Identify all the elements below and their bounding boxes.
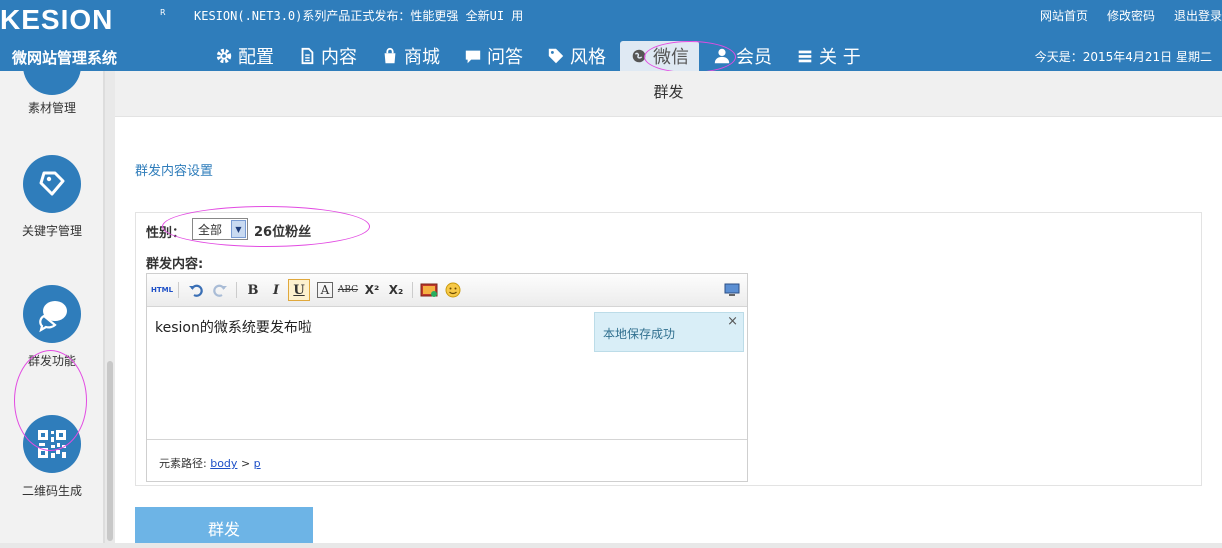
page-title: 群发 bbox=[653, 83, 684, 101]
toast-message: 本地保存成功 bbox=[603, 327, 676, 341]
main-nav: 配置 内容 商城 问答 风格 微信 会员 关 于 bbox=[205, 41, 875, 71]
gender-select-value: 全部 bbox=[198, 222, 223, 237]
html-source-button[interactable]: HTML bbox=[151, 279, 173, 301]
top-header: KESION R KESION(.NET3.0)系列产品正式发布：性能更强 全新… bbox=[0, 0, 1222, 73]
strikethrough-button[interactable]: ABC bbox=[337, 279, 359, 301]
toolbar-divider bbox=[412, 282, 413, 298]
emoticon-button[interactable] bbox=[442, 279, 464, 301]
bottom-bar bbox=[0, 543, 1222, 548]
fullscreen-button[interactable] bbox=[721, 279, 743, 301]
sidebar-item-material[interactable]: 素材管理 bbox=[0, 71, 103, 116]
path-separator: > bbox=[240, 457, 251, 470]
subscript-button[interactable]: X₂ bbox=[385, 279, 407, 301]
nav-item-member[interactable]: 会员 bbox=[703, 41, 782, 71]
save-success-toast: 本地保存成功 × bbox=[594, 312, 744, 352]
rich-text-editor: HTML B I U A ABC X² X₂ kesion的微系统要发布啦 本地… bbox=[146, 273, 748, 482]
undo-icon bbox=[189, 284, 203, 297]
toolbar-divider bbox=[178, 282, 179, 298]
path-body-link[interactable]: body bbox=[210, 457, 237, 470]
shopping-bag-icon bbox=[384, 47, 396, 64]
editor-text[interactable]: kesion的微系统要发布啦 bbox=[155, 317, 312, 337]
sidebar-scrollbar[interactable] bbox=[104, 71, 115, 548]
redo-icon bbox=[213, 284, 227, 297]
element-path-label: 元素路径: bbox=[159, 457, 207, 470]
font-color-button[interactable]: A bbox=[317, 282, 333, 298]
close-icon[interactable]: × bbox=[727, 314, 738, 329]
sidebar: 素材管理 关键字管理 群发功能 二维码生成 bbox=[0, 71, 104, 548]
toolbar-divider bbox=[236, 282, 237, 298]
list-icon bbox=[798, 50, 812, 63]
sidebar-item-keyword[interactable]: 关键字管理 bbox=[0, 155, 103, 239]
image-icon bbox=[420, 283, 438, 297]
nav-item-shop[interactable]: 商城 bbox=[371, 41, 450, 71]
gender-label: 性别： bbox=[146, 226, 186, 241]
top-links: 网站首页 修改密码 退出登录 bbox=[1040, 7, 1222, 24]
nav-label: 微信 bbox=[653, 47, 689, 68]
scrollbar-thumb[interactable] bbox=[107, 361, 113, 541]
sidebar-item-label: 群发功能 bbox=[27, 354, 76, 368]
sidebar-item-qrcode[interactable]: 二维码生成 bbox=[0, 415, 103, 499]
broadcast-form: 性别： 全部 ▼ 26位粉丝 群发内容: HTML B I U A ABC X²… bbox=[135, 206, 1202, 486]
gender-select[interactable]: 全部 ▼ bbox=[192, 218, 248, 240]
broadcast-chat-icon bbox=[23, 285, 81, 343]
nav-item-wechat[interactable]: 微信 bbox=[620, 41, 699, 71]
path-p-link[interactable]: p bbox=[254, 457, 261, 470]
announcement-text: KESION(.NET3.0)系列产品正式发布：性能更强 全新UI 用 bbox=[194, 9, 524, 23]
redo-button[interactable] bbox=[209, 279, 231, 301]
material-icon bbox=[23, 71, 81, 95]
editor-toolbar: HTML B I U A ABC X² X₂ bbox=[147, 274, 747, 307]
sidebar-item-label: 素材管理 bbox=[27, 101, 76, 115]
tag-icon bbox=[548, 48, 564, 64]
insert-image-button[interactable] bbox=[418, 279, 440, 301]
keyword-tag-icon bbox=[23, 155, 81, 213]
gear-icon bbox=[216, 48, 232, 64]
broadcast-submit-button[interactable]: 群发 bbox=[135, 507, 313, 548]
site-home-link[interactable]: 网站首页 bbox=[1040, 7, 1088, 24]
sidebar-item-label: 关键字管理 bbox=[21, 224, 82, 238]
nav-label: 配置 bbox=[238, 47, 274, 68]
nav-label: 风格 bbox=[570, 47, 606, 68]
section-title: 群发内容设置 bbox=[135, 164, 214, 179]
kesion-logo: KESION bbox=[0, 4, 114, 35]
nav-label: 关 于 bbox=[819, 47, 861, 68]
content-label: 群发内容: bbox=[146, 257, 204, 272]
nav-item-style[interactable]: 风格 bbox=[537, 41, 616, 71]
nav-label: 会员 bbox=[736, 47, 772, 68]
italic-button[interactable]: I bbox=[265, 279, 287, 301]
fans-count: 26位粉丝 bbox=[254, 225, 312, 240]
system-name: 微网站管理系统 bbox=[12, 49, 118, 67]
bold-button[interactable]: B bbox=[242, 279, 264, 301]
qr-code-icon bbox=[23, 415, 81, 473]
monitor-icon bbox=[724, 283, 740, 296]
chevron-down-icon: ▼ bbox=[231, 220, 246, 238]
main-content: 群发 群发内容设置 性别： 全部 ▼ 26位粉丝 群发内容: HTML B I … bbox=[115, 71, 1222, 548]
underline-button[interactable]: U bbox=[288, 279, 310, 301]
logo-registered-mark: R bbox=[160, 8, 166, 17]
nav-label: 内容 bbox=[321, 47, 357, 68]
nav-label: 问答 bbox=[487, 47, 523, 68]
sidebar-item-broadcast[interactable]: 群发功能 bbox=[0, 285, 103, 369]
chat-bubble-icon bbox=[465, 50, 481, 64]
page-title-bar: 群发 bbox=[115, 71, 1222, 117]
nav-item-content[interactable]: 内容 bbox=[288, 41, 367, 71]
nav-item-about[interactable]: 关 于 bbox=[786, 41, 871, 71]
editor-footer: 元素路径: body > p bbox=[147, 439, 747, 481]
document-icon bbox=[301, 47, 314, 65]
undo-button[interactable] bbox=[185, 279, 207, 301]
user-icon bbox=[714, 48, 730, 64]
nav-item-qa[interactable]: 问答 bbox=[454, 41, 533, 71]
logout-link[interactable]: 退出登录 bbox=[1174, 7, 1222, 24]
change-password-link[interactable]: 修改密码 bbox=[1107, 7, 1155, 24]
nav-item-config[interactable]: 配置 bbox=[205, 41, 284, 71]
date-text: 今天是：2015年4月21日 星期二 bbox=[1034, 50, 1212, 64]
superscript-button[interactable]: X² bbox=[361, 279, 383, 301]
nav-label: 商城 bbox=[404, 47, 440, 68]
wechat-globe-icon bbox=[632, 49, 646, 63]
smiley-icon bbox=[445, 282, 461, 298]
element-path: 元素路径: body > p bbox=[159, 455, 261, 471]
sidebar-item-label: 二维码生成 bbox=[21, 484, 82, 498]
